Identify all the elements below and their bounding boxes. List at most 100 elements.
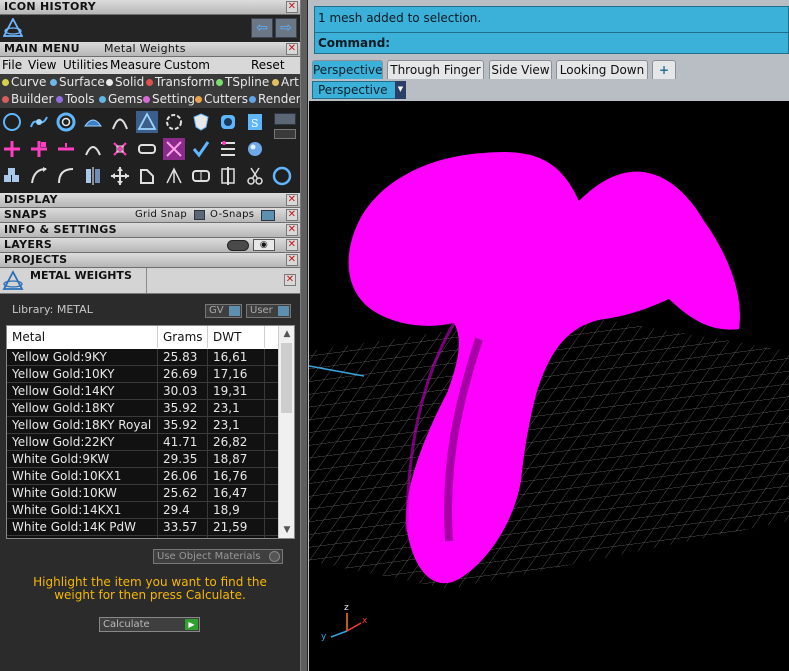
table-row[interactable]: White Gold:10KX1 26.06 16,76 [7, 468, 279, 485]
layers-header[interactable]: LAYERS ◉ ✕ [0, 238, 300, 253]
blocks-icon[interactable] [1, 165, 23, 187]
column-grams[interactable]: Grams [158, 326, 208, 348]
table-row[interactable]: White Gold:10KW 25.62 16,47 [7, 485, 279, 502]
history-forward-icon[interactable]: ⇨ [275, 18, 297, 38]
circle-curve-icon[interactable] [1, 111, 23, 133]
user-toggle[interactable]: User [246, 304, 291, 318]
table-row[interactable]: Yellow Gold:10KY 26.69 17,16 [7, 366, 279, 383]
table-row[interactable]: Yellow Gold:18KY 35.92 23,1 [7, 400, 279, 417]
icon-history-header[interactable]: ICON HISTORY ✕ [0, 0, 300, 15]
menu-tab-setting[interactable]: Setting [143, 91, 195, 108]
move-icon[interactable] [109, 165, 131, 187]
snaps-header[interactable]: SNAPS Grid Snap O-Snaps ✕ [0, 208, 300, 223]
menu-tab-tools[interactable]: Tools [56, 91, 95, 108]
add-point-icon[interactable] [1, 138, 23, 160]
table-row[interactable]: Yellow Gold:22KY 41.71 26,82 [7, 434, 279, 451]
rotate-curve-icon[interactable] [28, 165, 50, 187]
menu-tab-gems[interactable]: Gems [99, 91, 143, 108]
table-row[interactable]: White Gold:9KW 29.35 18,87 [7, 451, 279, 468]
column-dwt[interactable]: DWT [208, 326, 265, 348]
point-list-icon[interactable] [217, 138, 239, 160]
boolean-icon[interactable] [190, 165, 212, 187]
menu-file[interactable]: File [2, 57, 22, 73]
o-snaps-toggle[interactable] [261, 210, 275, 221]
extrude-icon[interactable] [136, 165, 158, 187]
table-row[interactable]: White Gold:14KW26.6816,53 [7, 536, 279, 538]
surface-icon[interactable] [82, 111, 104, 133]
menu-tab-tspline[interactable]: TSpline [216, 74, 269, 91]
close-icon[interactable]: ✕ [286, 224, 298, 236]
menu-measure[interactable]: Measure [110, 57, 161, 73]
perspective-viewport[interactable]: z y x [309, 101, 789, 671]
ring-profile-icon[interactable] [55, 111, 77, 133]
close-icon[interactable]: ✕ [286, 1, 298, 13]
close-icon[interactable]: ✕ [286, 239, 298, 251]
shank-icon[interactable] [163, 111, 185, 133]
chevron-down-icon[interactable]: ▼ [395, 81, 406, 99]
tab-perspective[interactable]: Perspective [312, 60, 383, 79]
script-icon[interactable]: S [244, 111, 266, 133]
matrix-builder-icon[interactable] [136, 111, 158, 133]
shield-icon[interactable] [190, 111, 212, 133]
scissors-icon[interactable] [244, 165, 266, 187]
info-settings-header[interactable]: INFO & SETTINGS ✕ [0, 223, 300, 238]
sphere-icon[interactable] [244, 138, 266, 160]
circle-icon[interactable] [271, 165, 293, 187]
menu-tab-transform[interactable]: Transform [146, 74, 215, 91]
display-header[interactable]: DISPLAY ✕ [0, 193, 300, 208]
toggle-icon[interactable] [274, 113, 296, 125]
close-icon[interactable]: ✕ [286, 43, 298, 55]
add-point-plus-icon[interactable] [28, 138, 50, 160]
menu-view[interactable]: View [28, 57, 56, 73]
layers-visibility-icon[interactable] [227, 240, 249, 251]
scroll-down-icon[interactable]: ▼ [279, 523, 294, 537]
table-row[interactable]: Yellow Gold:14KY 30.03 19,31 [7, 383, 279, 400]
menu-tab-builder[interactable]: Builder [2, 91, 53, 108]
menu-utilities[interactable]: Utilities [63, 57, 108, 73]
remove-point-icon[interactable] [55, 138, 77, 160]
link-icon[interactable] [136, 138, 158, 160]
close-icon[interactable]: ✕ [286, 209, 298, 221]
grid-points-icon[interactable] [163, 138, 185, 160]
check-icon[interactable] [190, 138, 212, 160]
menu-tab-curve[interactable]: Curve [2, 74, 46, 91]
menu-tab-art[interactable]: Art [272, 74, 299, 91]
toggle-icon[interactable] [274, 129, 296, 139]
slice-icon[interactable] [217, 165, 239, 187]
bend-icon[interactable] [109, 111, 131, 133]
scroll-thumb[interactable] [281, 343, 292, 413]
eye-icon[interactable]: ◉ [253, 239, 275, 251]
table-row[interactable]: White Gold:14K PdW 33.57 21,59 [7, 519, 279, 536]
freeform-curve-icon[interactable] [28, 111, 50, 133]
scatter-points-icon[interactable] [109, 138, 131, 160]
fillet-icon[interactable] [55, 165, 77, 187]
menu-custom[interactable]: Custom [164, 57, 210, 73]
table-row[interactable]: Yellow Gold:9KY 25.83 16,61 [7, 349, 279, 366]
gv-toggle[interactable]: GV [205, 304, 242, 318]
signet-icon[interactable] [217, 111, 239, 133]
main-menu-header[interactable]: MAIN MENU Metal Weights ✕ [0, 42, 300, 57]
close-icon[interactable]: ✕ [286, 194, 298, 206]
reset-button[interactable]: Reset [251, 57, 285, 73]
projects-header[interactable]: PROJECTS ✕ [0, 253, 300, 268]
close-icon[interactable]: ✕ [284, 274, 296, 286]
viewport-dropdown[interactable]: Perspective ▼ [312, 81, 406, 99]
history-back-icon[interactable]: ⇦ [251, 18, 273, 38]
command-label[interactable]: Command: [318, 36, 390, 50]
table-scrollbar[interactable]: ▲ ▼ [278, 326, 294, 538]
mirror-icon[interactable] [82, 165, 104, 187]
menu-tab-render[interactable]: Render [249, 91, 300, 108]
split-icon[interactable] [163, 165, 185, 187]
panel-splitter[interactable] [300, 0, 308, 671]
calculate-button[interactable]: Calculate ▶ [99, 617, 200, 632]
table-row[interactable]: Yellow Gold:18KY Royal 35.92 23,1 [7, 417, 279, 434]
add-tab-icon[interactable]: + [652, 60, 676, 79]
matrix-logo-icon[interactable] [2, 17, 24, 39]
column-metal[interactable]: Metal [7, 326, 158, 348]
tab-through-finger[interactable]: Through Finger [387, 60, 484, 79]
scroll-up-icon[interactable]: ▲ [279, 327, 294, 341]
use-object-materials-checkbox[interactable]: Use Object Materials [153, 549, 283, 564]
grid-snap-toggle[interactable] [194, 210, 205, 220]
tab-looking-down[interactable]: Looking Down [556, 60, 648, 79]
arc-point-icon[interactable] [82, 138, 104, 160]
